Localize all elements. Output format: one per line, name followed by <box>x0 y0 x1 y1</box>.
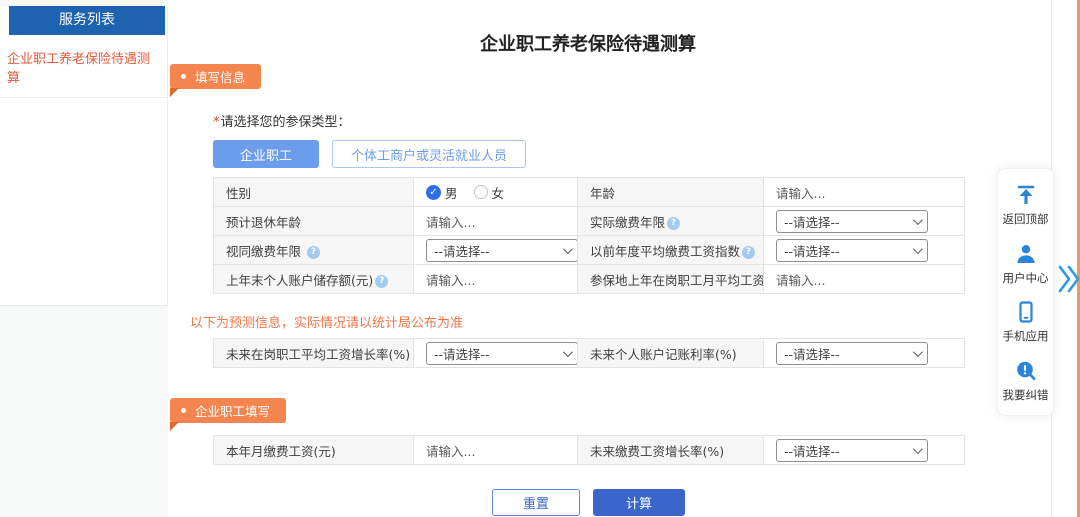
future-wage-growth-label: 未来在岗职工平均工资增长率(%) <box>214 339 414 368</box>
report-error-icon <box>1014 359 1038 383</box>
report-error-label: 我要纠错 <box>1003 387 1049 403</box>
basic-info-table: 性别 男 女 年龄 请输入... 预计退休年龄 请输入... 实际缴费年限 --… <box>213 177 965 294</box>
report-error-button[interactable]: 我要纠错 <box>1003 359 1049 403</box>
actual-payment-years-label: 实际缴费年限 <box>578 207 764 236</box>
current-monthly-wage-input[interactable]: 请输入... <box>426 444 475 459</box>
table-row: 预计退休年龄 请输入... 实际缴费年限 --请选择-- <box>214 207 965 236</box>
future-account-rate-select[interactable]: --请选择-- <box>776 342 928 365</box>
double-chevron-right-icon <box>1057 284 1080 299</box>
expected-retirement-age-input[interactable]: 请输入... <box>426 215 475 230</box>
user-center-icon <box>1014 242 1038 266</box>
required-asterisk: * <box>213 115 220 130</box>
local-avg-monthly-wage-label: 参保地上年在岗职工月平均工资(元) <box>578 265 764 294</box>
actual-payment-years-select[interactable]: --请选择-- <box>776 210 928 233</box>
table-row: 本年月缴费工资(元) 请输入... 未来缴费工资增长率(%) --请选择-- <box>214 436 965 465</box>
personal-account-balance-input[interactable]: 请输入... <box>426 273 475 288</box>
future-account-rate-label: 未来个人账户记账利率(%) <box>578 339 764 368</box>
chevron-down-icon <box>563 244 573 254</box>
future-account-rate-cell: --请选择-- <box>764 339 965 368</box>
avg-payment-wage-index-select[interactable]: --请选择-- <box>776 239 928 262</box>
table-row: 未来在岗职工平均工资增长率(%) --请选择-- 未来个人账户记账利率(%) -… <box>214 339 965 368</box>
type-button-self-employed[interactable]: 个体工商户或灵活就业人员 <box>332 140 526 168</box>
future-payment-wage-growth-label: 未来缴费工资增长率(%) <box>578 436 764 465</box>
sidebar-item-pension-calc[interactable]: 企业职工养老保险待遇测算 <box>0 35 167 98</box>
chevron-down-icon <box>563 347 573 357</box>
future-wage-growth-select[interactable]: --请选择-- <box>426 342 578 365</box>
current-monthly-wage-cell: 请输入... <box>414 436 578 465</box>
table-row: 性别 男 女 年龄 请输入... <box>214 178 965 207</box>
floating-toolbar: 返回顶部 用户中心 手机应用 我要纠错 <box>997 168 1054 416</box>
chevron-down-icon <box>913 444 923 454</box>
forecast-note: 以下为预测信息，实际情况请以统计局公布为准 <box>190 312 1051 331</box>
age-cell: 请输入... <box>764 178 965 207</box>
table-row: 视同缴费年限 --请选择-- 以前年度平均缴费工资指数 --请选择-- <box>214 236 965 265</box>
back-to-top-label: 返回顶部 <box>1003 211 1049 227</box>
service-list-header: 服务列表 <box>9 6 165 35</box>
personal-account-balance-cell: 请输入... <box>414 265 578 294</box>
chevron-down-icon <box>913 347 923 357</box>
user-center-button[interactable]: 用户中心 <box>1003 242 1049 286</box>
gender-label: 性别 <box>214 178 414 207</box>
mobile-app-label: 手机应用 <box>1003 328 1049 344</box>
toolbar-expand-button[interactable] <box>1057 263 1080 299</box>
back-to-top-icon <box>1014 183 1038 207</box>
reset-button[interactable]: 重置 <box>492 489 580 516</box>
forecast-table: 未来在岗职工平均工资增长率(%) --请选择-- 未来个人账户记账利率(%) -… <box>213 338 965 368</box>
mobile-app-button[interactable]: 手机应用 <box>1003 300 1049 344</box>
help-icon[interactable] <box>375 275 388 288</box>
deemed-payment-years-select[interactable]: --请选择-- <box>426 239 578 262</box>
left-sidebar: 服务列表 企业职工养老保险待遇测算 <box>0 0 168 517</box>
page-title: 企业职工养老保险待遇测算 <box>168 30 1008 56</box>
local-avg-monthly-wage-input[interactable]: 请输入... <box>776 273 825 288</box>
future-payment-wage-growth-select[interactable]: --请选择-- <box>776 439 928 462</box>
age-input[interactable]: 请输入... <box>776 186 825 201</box>
local-avg-monthly-wage-cell: 请输入... <box>764 265 965 294</box>
service-list-panel: 服务列表 企业职工养老保险待遇测算 <box>0 6 168 306</box>
gender-male-radio[interactable] <box>426 185 441 200</box>
section-badge-label: 填写信息 <box>195 67 245 86</box>
help-icon[interactable] <box>667 217 680 230</box>
avg-payment-wage-index-cell: --请选择-- <box>764 236 965 265</box>
gender-female-label: 女 <box>492 183 505 202</box>
type-button-enterprise-employee[interactable]: 企业职工 <box>213 140 319 168</box>
current-monthly-wage-label: 本年月缴费工资(元) <box>214 436 414 465</box>
user-center-label: 用户中心 <box>1003 270 1049 286</box>
future-wage-growth-cell: --请选择-- <box>414 339 578 368</box>
personal-account-balance-label: 上年末个人账户储存额(元) <box>214 265 414 294</box>
insurance-type-options: 企业职工 个体工商户或灵活就业人员 <box>213 140 1051 168</box>
age-label: 年龄 <box>578 178 764 207</box>
expected-retirement-age-label: 预计退休年龄 <box>214 207 414 236</box>
actual-payment-years-cell: --请选择-- <box>764 207 965 236</box>
section-badge-employee-fill: 企业职工填写 <box>170 398 286 423</box>
table-row: 上年末个人账户储存额(元) 请输入... 参保地上年在岗职工月平均工资(元) 请… <box>214 265 965 294</box>
insurance-type-prompt: *请选择您的参保类型： <box>213 111 1051 130</box>
gender-female-radio[interactable] <box>474 185 488 199</box>
expected-retirement-age-cell: 请输入... <box>414 207 578 236</box>
calculate-button[interactable]: 计算 <box>593 489 685 516</box>
gender-cell: 男 女 <box>414 178 578 207</box>
chevron-down-icon <box>913 215 923 225</box>
mobile-app-icon <box>1014 300 1038 324</box>
main-content: 企业职工养老保险待遇测算 填写信息 *请选择您的参保类型： 企业职工 个体工商户… <box>168 0 1052 517</box>
section-badge-label: 企业职工填写 <box>195 401 270 420</box>
deemed-payment-years-label: 视同缴费年限 <box>214 236 414 265</box>
gender-male-label: 男 <box>445 183 458 202</box>
back-to-top-button[interactable]: 返回顶部 <box>1003 183 1049 227</box>
future-payment-wage-growth-cell: --请选择-- <box>764 436 965 465</box>
section-badge-fill-info: 填写信息 <box>170 64 261 89</box>
help-icon[interactable] <box>307 246 320 259</box>
employee-fill-table: 本年月缴费工资(元) 请输入... 未来缴费工资增长率(%) --请选择-- <box>213 435 965 465</box>
chevron-down-icon <box>913 244 923 254</box>
help-icon[interactable] <box>742 246 755 259</box>
deemed-payment-years-cell: --请选择-- <box>414 236 578 265</box>
action-buttons: 重置 计算 <box>213 489 964 516</box>
avg-payment-wage-index-label: 以前年度平均缴费工资指数 <box>578 236 764 265</box>
